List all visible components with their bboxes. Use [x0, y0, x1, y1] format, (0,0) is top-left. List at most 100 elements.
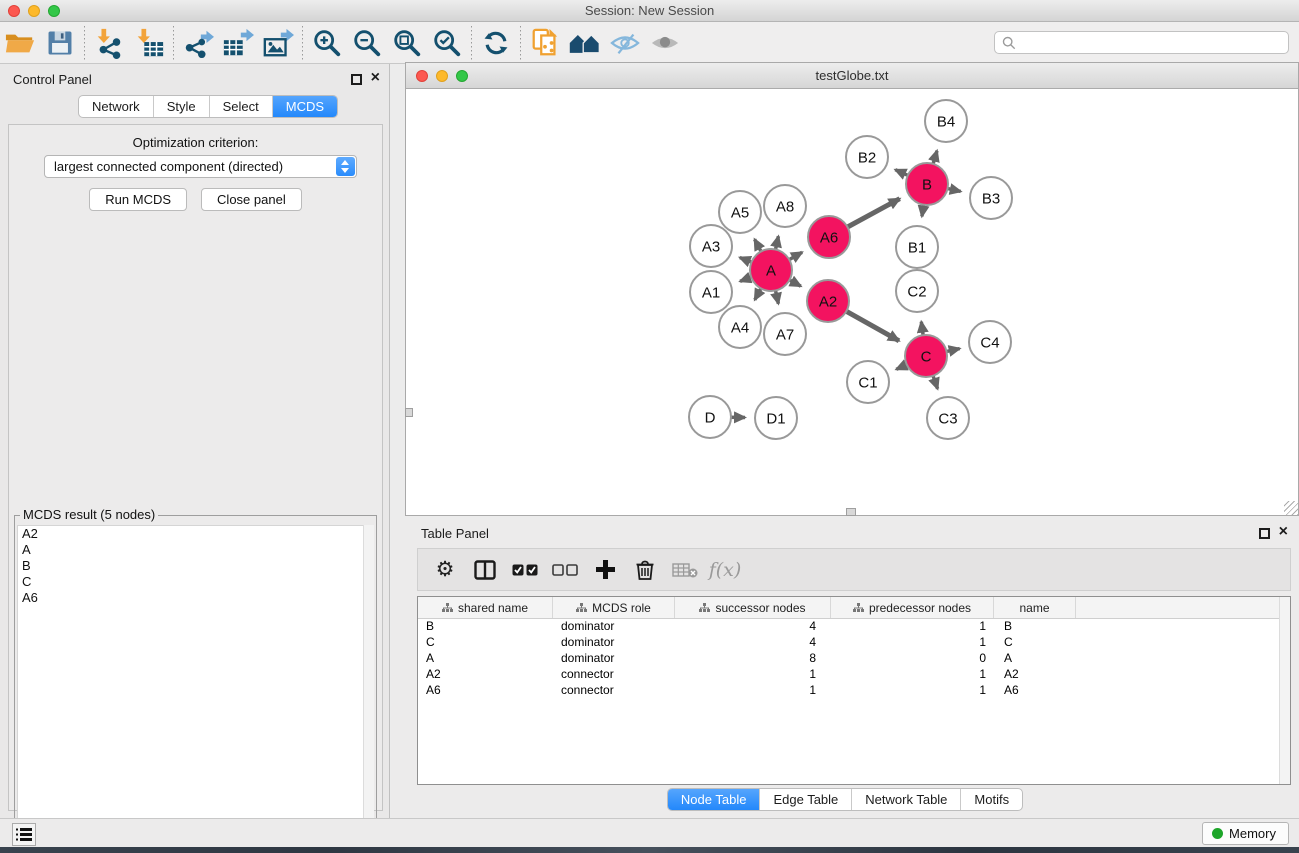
- mcds-result-item[interactable]: A2: [18, 526, 373, 542]
- import-table-button[interactable]: [129, 25, 169, 61]
- add-column-button[interactable]: [588, 553, 622, 587]
- column-header-predecessor-nodes[interactable]: predecessor nodes: [831, 597, 994, 618]
- graph-node-C4[interactable]: C4: [969, 321, 1011, 363]
- control-panel: Control Panel × Network Style Select MCD…: [0, 64, 390, 818]
- graph-node-A3[interactable]: A3: [690, 225, 732, 267]
- graph-node-C1[interactable]: C1: [847, 361, 889, 403]
- column-header-shared-name[interactable]: shared name: [418, 597, 553, 618]
- graph-node-A8[interactable]: A8: [764, 185, 806, 227]
- open-session-button[interactable]: [0, 25, 40, 61]
- float-table-panel-icon[interactable]: [1259, 528, 1270, 539]
- mcds-result-item[interactable]: B: [18, 558, 373, 574]
- search-input[interactable]: [1020, 33, 1288, 52]
- memory-button[interactable]: Memory: [1202, 822, 1289, 845]
- tab-node-table[interactable]: Node Table: [668, 789, 760, 810]
- float-panel-icon[interactable]: [351, 74, 362, 85]
- graph-node-B2[interactable]: B2: [846, 136, 888, 178]
- network-canvas[interactable]: B4 B2 B B3 B1C2 A5A8A6 A3 A A1 A2 A4A7 C C4 C1 C3 D D1: [406, 89, 1298, 515]
- home-button[interactable]: [565, 25, 605, 61]
- graph-node-C2[interactable]: C2: [896, 270, 938, 312]
- import-network-button[interactable]: [89, 25, 129, 61]
- deselect-all-rows-button[interactable]: [548, 553, 582, 587]
- zoom-fit-button[interactable]: [387, 25, 427, 61]
- tab-edge-table[interactable]: Edge Table: [759, 789, 851, 810]
- close-panel-icon[interactable]: ×: [371, 69, 380, 87]
- tab-motifs[interactable]: Motifs: [960, 789, 1022, 810]
- table-row-C[interactable]: Cdominator41C: [418, 635, 1290, 651]
- criterion-select[interactable]: largest connected component (directed): [44, 155, 357, 178]
- optimization-criterion-label: Optimization criterion:: [9, 135, 382, 150]
- show-annotations-button[interactable]: [645, 25, 685, 61]
- graph-node-B4[interactable]: B4: [925, 100, 967, 142]
- run-mcds-button[interactable]: Run MCDS: [89, 188, 187, 211]
- graph-node-B3[interactable]: B3: [970, 177, 1012, 219]
- table-row-B[interactable]: Bdominator41B: [418, 619, 1290, 635]
- graph-node-A2[interactable]: A2: [807, 280, 849, 322]
- mcds-panel: Optimization criterion: largest connecte…: [8, 124, 383, 811]
- select-all-rows-button[interactable]: [508, 553, 542, 587]
- zoom-out-button[interactable]: [347, 25, 387, 61]
- mcds-result-item[interactable]: A: [18, 542, 373, 558]
- svg-text:A: A: [766, 263, 776, 280]
- apply-function-button[interactable]: f(x): [708, 553, 742, 587]
- column-header-successor-nodes[interactable]: successor nodes: [675, 597, 831, 618]
- table-cell: A2: [994, 667, 1076, 683]
- svg-text:C1: C1: [858, 375, 877, 392]
- refresh-network-button[interactable]: [476, 25, 516, 61]
- graph-node-A7[interactable]: A7: [764, 313, 806, 355]
- graph-node-A5[interactable]: A5: [719, 191, 761, 233]
- graph-node-A[interactable]: A: [750, 249, 792, 291]
- export-image-button[interactable]: [258, 25, 298, 61]
- column-header-name[interactable]: name: [994, 597, 1076, 618]
- delete-table-button[interactable]: [668, 553, 702, 587]
- table-row-A6[interactable]: A6connector11A6: [418, 683, 1290, 699]
- save-session-button[interactable]: [40, 25, 80, 61]
- task-history-button[interactable]: [12, 823, 36, 846]
- hide-annotations-button[interactable]: [605, 25, 645, 61]
- window-titlebar[interactable]: Session: New Session: [0, 0, 1299, 22]
- table-body: Bdominator41BCdominator41CAdominator80AA…: [418, 619, 1290, 699]
- tab-mcds[interactable]: MCDS: [272, 96, 337, 117]
- resize-grip-icon[interactable]: [1284, 501, 1298, 515]
- graph-edge-A6-B[interactable]: [846, 199, 900, 228]
- table-cell: connector: [553, 667, 675, 683]
- graph-node-B[interactable]: B: [906, 163, 948, 205]
- graph-node-A1[interactable]: A1: [690, 271, 732, 313]
- graph-node-D[interactable]: D: [689, 396, 731, 438]
- graph-edge-A2-C[interactable]: [845, 310, 899, 341]
- tab-select[interactable]: Select: [209, 96, 272, 117]
- close-table-panel-icon[interactable]: ×: [1279, 523, 1288, 541]
- tab-network-table[interactable]: Network Table: [851, 789, 960, 810]
- zoom-in-button[interactable]: [307, 25, 347, 61]
- result-list-scrollbar[interactable]: [363, 525, 374, 853]
- table-scrollbar[interactable]: [1279, 597, 1290, 784]
- control-panel-tabs: Network Style Select MCDS: [78, 95, 338, 118]
- split-view-button[interactable]: [468, 553, 502, 587]
- graph-node-A4[interactable]: A4: [719, 306, 761, 348]
- table-panel: Table Panel × ⚙: [391, 520, 1299, 818]
- table-row-A2[interactable]: A2connector11A2: [418, 667, 1290, 683]
- table-row-A[interactable]: Adominator80A: [418, 651, 1290, 667]
- column-header-MCDS-role[interactable]: MCDS role: [553, 597, 675, 618]
- tab-style[interactable]: Style: [153, 96, 209, 117]
- table-options-button[interactable]: ⚙: [428, 553, 462, 587]
- graph-node-A6[interactable]: A6: [808, 216, 850, 258]
- tab-network[interactable]: Network: [79, 96, 153, 117]
- graph-node-D1[interactable]: D1: [755, 397, 797, 439]
- clone-network-button[interactable]: [525, 25, 565, 61]
- network-window-titlebar[interactable]: testGlobe.txt: [406, 63, 1298, 89]
- zoom-selected-button[interactable]: [427, 25, 467, 61]
- mcds-result-item[interactable]: A6: [18, 590, 373, 606]
- mcds-result-title: MCDS result (5 nodes): [20, 507, 158, 522]
- graph-node-C[interactable]: C: [905, 335, 947, 377]
- horizontal-scroll-thumb[interactable]: [846, 508, 856, 516]
- export-image-icon: [262, 27, 294, 59]
- close-panel-button[interactable]: Close panel: [201, 188, 302, 211]
- mcds-result-item[interactable]: C: [18, 574, 373, 590]
- export-table-button[interactable]: [218, 25, 258, 61]
- vertical-scroll-thumb[interactable]: [405, 408, 413, 417]
- export-network-button[interactable]: [178, 25, 218, 61]
- delete-column-button[interactable]: [628, 553, 662, 587]
- graph-node-B1[interactable]: B1: [896, 226, 938, 268]
- graph-node-C3[interactable]: C3: [927, 397, 969, 439]
